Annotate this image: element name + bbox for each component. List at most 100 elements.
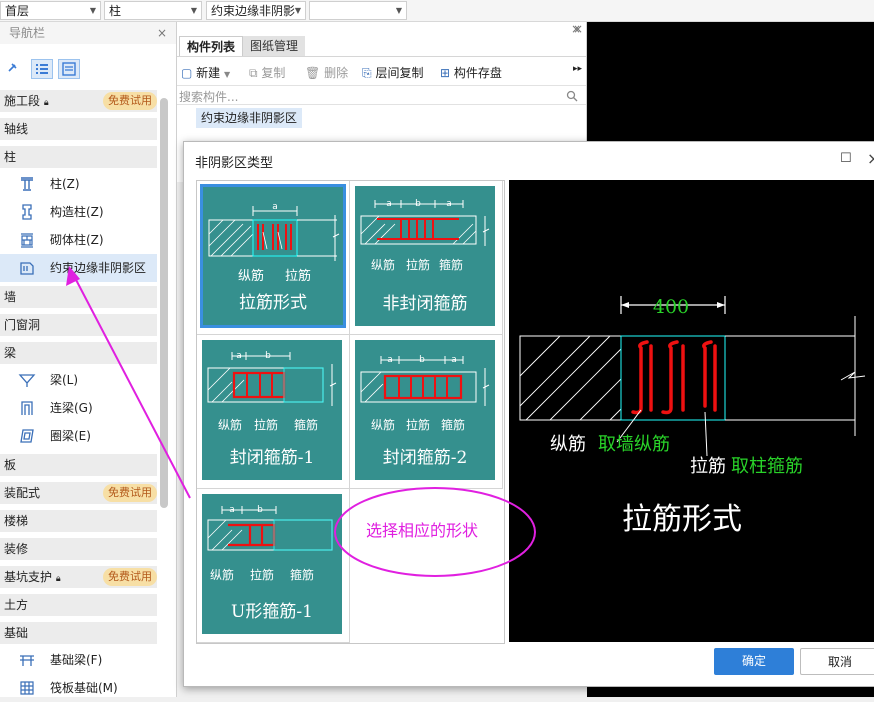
- category-select[interactable]: 柱 ▼: [104, 1, 202, 20]
- list-view-icon[interactable]: [31, 59, 53, 79]
- nav-item-label: 筏板基础(M): [50, 681, 118, 695]
- shape-option-4[interactable]: a b a 纵筋 拉筋 箍筋 封闭箍筋-2: [350, 335, 503, 489]
- free-trial-badge: 免费试用: [103, 484, 157, 502]
- search-icon[interactable]: [566, 90, 578, 102]
- nav-item-label: 柱(Z): [50, 177, 80, 191]
- nav-scrollbar[interactable]: [160, 98, 168, 508]
- nav-cat-qiang[interactable]: 墙: [0, 286, 157, 308]
- floor-copy-button[interactable]: ⎘ 层间复制: [362, 64, 423, 81]
- component-select[interactable]: 约束边缘非阴影 ▼: [206, 1, 306, 20]
- new-icon: ▢: [181, 66, 193, 80]
- component-tree-item[interactable]: 约束边缘非阴影区: [196, 108, 303, 128]
- nav-cat-ban[interactable]: 板: [0, 454, 157, 476]
- preview-caption: 拉筋形式: [622, 502, 742, 537]
- tag-tie: 拉筋: [254, 418, 279, 432]
- floor-select[interactable]: 首层 ▼: [0, 1, 101, 20]
- save-component-button[interactable]: ⊞ 构件存盘: [440, 64, 502, 81]
- navigation-panel: 导航栏 × 施工段 🔒︎ 免费试用 轴线 柱 柱(Z) 构造柱(Z) 砌体柱(Z…: [0, 22, 177, 697]
- floor-copy-icon: ⎘: [362, 66, 372, 80]
- dialog-title: 非阴影区类型: [195, 156, 274, 171]
- shape-type-dialog: 非阴影区类型 ☐ × a 纵筋 拉筋 拉筋形式 a b a 纵筋 拉筋 箍筋 非…: [183, 141, 874, 687]
- nav-cat-liang[interactable]: 梁: [0, 342, 157, 364]
- copy-button[interactable]: ⧉ 复制: [249, 64, 285, 81]
- ring-beam-icon: [20, 429, 34, 443]
- tag-longitudinal: 纵筋: [371, 258, 396, 272]
- nav-cat-jc[interactable]: 基础: [0, 622, 157, 644]
- nav-cat-sgd[interactable]: 施工段 🔒︎ 免费试用: [0, 90, 157, 112]
- preview-longitudinal-note: 取墙纵筋: [598, 434, 670, 455]
- lock-icon: 🔒︎: [43, 98, 49, 108]
- boundary-zone-icon: [20, 262, 34, 275]
- category-select-value: 柱: [109, 4, 122, 18]
- nav-close-icon[interactable]: ×: [157, 22, 167, 44]
- nav-item-liang[interactable]: 梁(L): [0, 366, 157, 394]
- free-trial-badge: 免费试用: [103, 568, 157, 586]
- dialog-close-icon[interactable]: ×: [867, 149, 874, 168]
- shape-option-2[interactable]: a b a 纵筋 拉筋 箍筋 非封闭箍筋: [350, 181, 503, 335]
- dim-b-label: b: [265, 351, 271, 361]
- nav-item-zhu[interactable]: 柱(Z): [0, 170, 157, 198]
- top-toolbar: 首层 ▼ 柱 ▼ 约束边缘非阴影 ▼ ▼: [0, 0, 874, 22]
- nav-cat-zps[interactable]: 装配式 免费试用: [0, 482, 157, 504]
- new-button[interactable]: ▢ 新建 ▼: [181, 64, 230, 81]
- save-component-button-label: 构件存盘: [453, 66, 502, 80]
- nav-item-ql[interactable]: 圈梁(E): [0, 422, 157, 450]
- nav-item-gzz[interactable]: 构造柱(Z): [0, 198, 157, 226]
- masonry-column-icon: [21, 233, 33, 248]
- shape-option-5[interactable]: a b 纵筋 拉筋 箍筋 U形箍筋-1: [197, 489, 350, 643]
- nav-item-ysby[interactable]: 约束边缘非阴影区(Z: [0, 254, 157, 303]
- shape-card: a 纵筋 拉筋 拉筋形式: [200, 184, 346, 328]
- nav-cat-lt[interactable]: 楼梯: [0, 510, 157, 532]
- tag-stirrup: 箍筋: [294, 418, 319, 432]
- maximize-icon[interactable]: ☐: [840, 151, 852, 166]
- shape-option-1[interactable]: a 纵筋 拉筋 拉筋形式: [197, 181, 350, 335]
- chevron-down-icon: ▼: [224, 70, 231, 79]
- shape-option-label: U形箍筋-1: [231, 602, 313, 622]
- nav-cat-label: 装配式: [4, 486, 41, 500]
- cancel-button[interactable]: 取消: [800, 648, 874, 675]
- tag-tie: 拉筋: [406, 258, 431, 272]
- construct-column-icon: [22, 204, 32, 220]
- tag-longitudinal: 纵筋: [371, 418, 396, 432]
- shape-preview: 400 纵筋 取墙纵筋 拉筋 取柱箍筋 拉筋形式: [509, 180, 874, 642]
- nav-cat-zhu[interactable]: 柱: [0, 146, 157, 168]
- nav-item-fbjc[interactable]: 筏板基础(M): [0, 674, 157, 702]
- nav-cat-tf[interactable]: 土方: [0, 594, 157, 616]
- copy-icon: ⧉: [249, 66, 258, 80]
- detail-view-icon[interactable]: [58, 59, 80, 79]
- delete-button[interactable]: 🗑︎ 删除: [305, 64, 348, 81]
- nav-title-bar: 导航栏 ×: [0, 22, 176, 44]
- nav-item-jcl[interactable]: 基础梁(F): [0, 646, 157, 674]
- panel-close-icon[interactable]: ×: [573, 22, 583, 36]
- chevron-down-icon: ▼: [89, 6, 96, 15]
- nav-item-qtz[interactable]: 砌体柱(Z): [0, 226, 157, 254]
- shape-option-3[interactable]: a b 纵筋 拉筋 箍筋 封闭箍筋-1: [197, 335, 350, 489]
- search-field[interactable]: 搜索构件...: [177, 85, 586, 105]
- nav-cat-mcd[interactable]: 门窗洞: [0, 314, 157, 336]
- nav-item-ll[interactable]: 连梁(G): [0, 394, 157, 422]
- nav-cat-zx[interactable]: 轴线: [0, 118, 157, 140]
- shape-card: a b a 纵筋 拉筋 箍筋 封闭箍筋-2: [355, 340, 495, 480]
- preview-dimension: 400: [653, 296, 689, 318]
- shape-card: a b 纵筋 拉筋 箍筋 U形箍筋-1: [202, 494, 342, 634]
- nav-cat-jkzh[interactable]: 基坑支护 🔒︎ 免费试用: [0, 566, 157, 588]
- more-icon[interactable]: ▸▸: [573, 64, 582, 74]
- tab-drawing-management[interactable]: 图纸管理: [243, 36, 306, 56]
- pin-icon[interactable]: [6, 60, 20, 74]
- new-button-label: 新建: [196, 66, 221, 80]
- dim-a-label: a: [236, 351, 242, 361]
- tag-longitudinal: 纵筋: [210, 568, 235, 582]
- dim-a-label: a: [386, 199, 392, 209]
- extra-select[interactable]: ▼: [309, 1, 407, 20]
- dim-a-label: a: [387, 355, 393, 365]
- preview-tie-label: 拉筋: [690, 456, 726, 477]
- coupling-beam-icon: [21, 401, 33, 415]
- lock-icon: 🔒︎: [55, 574, 61, 584]
- nav-cat-zx2[interactable]: 装修: [0, 538, 157, 560]
- tab-component-list[interactable]: 构件列表: [179, 36, 244, 56]
- shape-option-label: 封闭箍筋-1: [229, 448, 315, 468]
- nav-item-label: 砌体柱(Z): [50, 233, 104, 247]
- ok-button[interactable]: 确定: [714, 648, 794, 675]
- search-input[interactable]: 搜索构件...: [179, 88, 238, 105]
- beam-icon: [18, 374, 36, 387]
